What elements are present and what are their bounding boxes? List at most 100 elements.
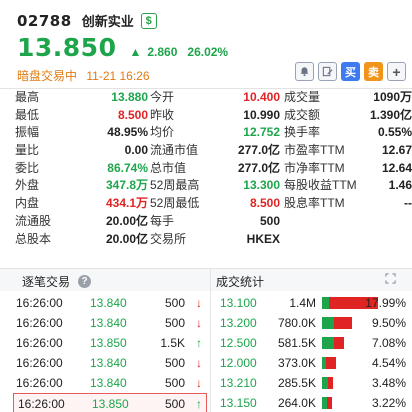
stat-label: 流通股 [15,213,52,228]
stats-row: 振幅 48.95% 均价 12.752 换手率 0.55% [0,124,412,142]
stat-label: 外盘 [15,178,40,193]
distribution-bar [322,397,332,409]
expand-icon[interactable] [385,273,396,287]
tick-row[interactable]: 16:26:00 13.840 500 ↓ [12,373,206,393]
buy-volume-bar [322,297,329,309]
distribution-row: 13.150 264.0K 3.22% [212,393,412,412]
up-arrow-icon: ↑ [196,336,202,350]
stat-label: 交易所 [150,231,187,246]
stat-label: 市净率TTM [284,160,345,175]
tick-price: 13.850 [92,397,129,411]
distribution-bar [322,357,336,369]
tick-row[interactable]: 16:26:00 13.840 500 ↓ [12,293,206,313]
stats-row: 最低 8.500 昨收 10.990 成交额 1.390亿 [0,107,412,125]
stat-value: 0.55% [377,125,412,140]
bell-icon[interactable] [295,62,314,81]
stat-label: 市盈率TTM [284,143,345,158]
stats-row: 委比 86.74% 总市值 277.0亿 市净率TTM 12.64 [0,160,412,178]
up-arrow-icon: ▲ [129,45,142,59]
last-price: 13.850 [17,33,117,62]
tick-time: 16:26:00 [16,376,63,390]
distribution-row: 13.210 285.5K 3.48% [212,373,412,393]
distribution-volume: 285.5K [277,376,316,390]
stat-value: 277.0亿 [237,160,280,175]
stat-value: 12.752 [243,125,280,140]
stat-value: 8.500 [117,107,148,122]
tick-price: 13.840 [90,376,127,390]
stats-row: 流通股 20.00亿 每手 500 [0,213,412,231]
buy-button[interactable]: 买 [341,62,360,81]
up-arrow-icon: ↑ [196,397,202,411]
stat-value: 12.64 [381,160,412,175]
stat-value: 10.990 [243,107,280,122]
down-arrow-icon: ↓ [196,356,202,370]
stat-value: 500 [259,213,280,228]
stat-label: 流通市值 [150,143,199,158]
stat-value: HKEX [246,231,280,246]
stat-value: 1.46 [388,178,412,193]
stat-label: 每手 [150,213,175,228]
sell-volume-bar [326,357,336,369]
sell-volume-bar [327,397,332,409]
stat-value: 0.00 [124,143,148,158]
tick-row[interactable]: 16:26:00 13.840 500 ↓ [12,353,206,373]
distribution-price: 12.000 [220,356,257,370]
stats-row: 外盘 347.8万 52周最高 13.300 每股收益TTM 1.46 [0,177,412,195]
stat-value: 10.400 [243,90,280,104]
tick-time: 16:26:00 [16,356,63,370]
tick-volume: 500 [164,376,185,390]
stat-value: 1090万 [373,90,412,104]
down-arrow-icon: ↓ [196,296,202,310]
sell-volume-bar [328,377,333,389]
stats-row: 量比 0.00 流通市值 277.0亿 市盈率TTM 12.67 [0,142,412,160]
tick-row[interactable]: 16:26:00 13.850 500 ↑ [13,393,207,412]
stats-row: 内盘 434.1万 52周最低 8.500 股息率TTM -- [0,195,412,213]
down-arrow-icon: ↓ [196,316,202,330]
tick-row[interactable]: 16:26:00 13.850 1.5K ↑ [12,333,206,353]
add-watchlist-button[interactable]: + [387,62,406,81]
distribution-volume: 1.4M [289,296,316,310]
stat-value: 12.67 [381,143,412,158]
stat-label: 振幅 [15,125,40,140]
distribution-price: 13.150 [220,396,257,410]
stock-name: 创新实业 [81,14,134,29]
distribution-volume: 264.0K [277,396,316,410]
tick-volume: 500 [164,356,185,370]
buy-volume-bar [322,317,334,329]
distribution-row: 13.200 780.0K 9.50% [212,313,412,333]
stock-code: 02788 [17,11,72,30]
stats-row: 最高 13.880 今开 10.400 成交量 1090万 [0,89,412,107]
tick-row[interactable]: 16:26:00 13.840 500 ↓ [12,313,206,333]
distribution-pct: 3.48% [371,376,406,390]
ticks-title-label: 逐笔交易 [22,275,71,289]
stat-value: 347.8万 [105,178,148,193]
currency-icon[interactable]: $ [140,12,157,29]
stats-row: 总股本 20.00亿 交易所 HKEX [0,231,412,249]
quote-header: 02788 创新实业 $ 13.850 ▲ 2.860 26.02% 暗盘交易中… [0,0,412,92]
stat-label: 均价 [150,125,175,140]
stat-value: -- [404,196,412,211]
stat-value: 48.95% [107,125,148,140]
help-icon[interactable]: ? [78,275,92,288]
stat-value: 13.880 [111,90,148,104]
stat-label: 最高 [15,90,40,104]
distribution-row: 12.000 373.0K 4.54% [212,353,412,373]
stat-value: 20.00亿 [105,231,148,246]
stat-value: 13.300 [243,178,280,193]
sell-button[interactable]: 卖 [364,62,383,81]
edit-icon[interactable] [318,62,337,81]
tick-volume: 500 [164,296,185,310]
distribution-pct: 3.22% [371,396,406,410]
stat-value: 86.74% [107,160,148,175]
dist-title: 成交统计 [216,275,265,289]
trading-status: 暗盘交易中 11-21 16:26 [17,67,150,84]
stat-label: 委比 [15,160,40,175]
stat-value: 277.0亿 [237,143,280,158]
tick-price: 13.840 [90,356,127,370]
buy-volume-bar [322,337,334,349]
distribution-pct: 9.50% [371,316,406,330]
tick-volume: 500 [164,397,185,411]
panel-header: 逐笔交易 ? 成交统计 [0,269,412,291]
distribution-row: 13.100 1.4M 17.99% [212,293,412,313]
stat-value: 20.00亿 [105,213,148,228]
